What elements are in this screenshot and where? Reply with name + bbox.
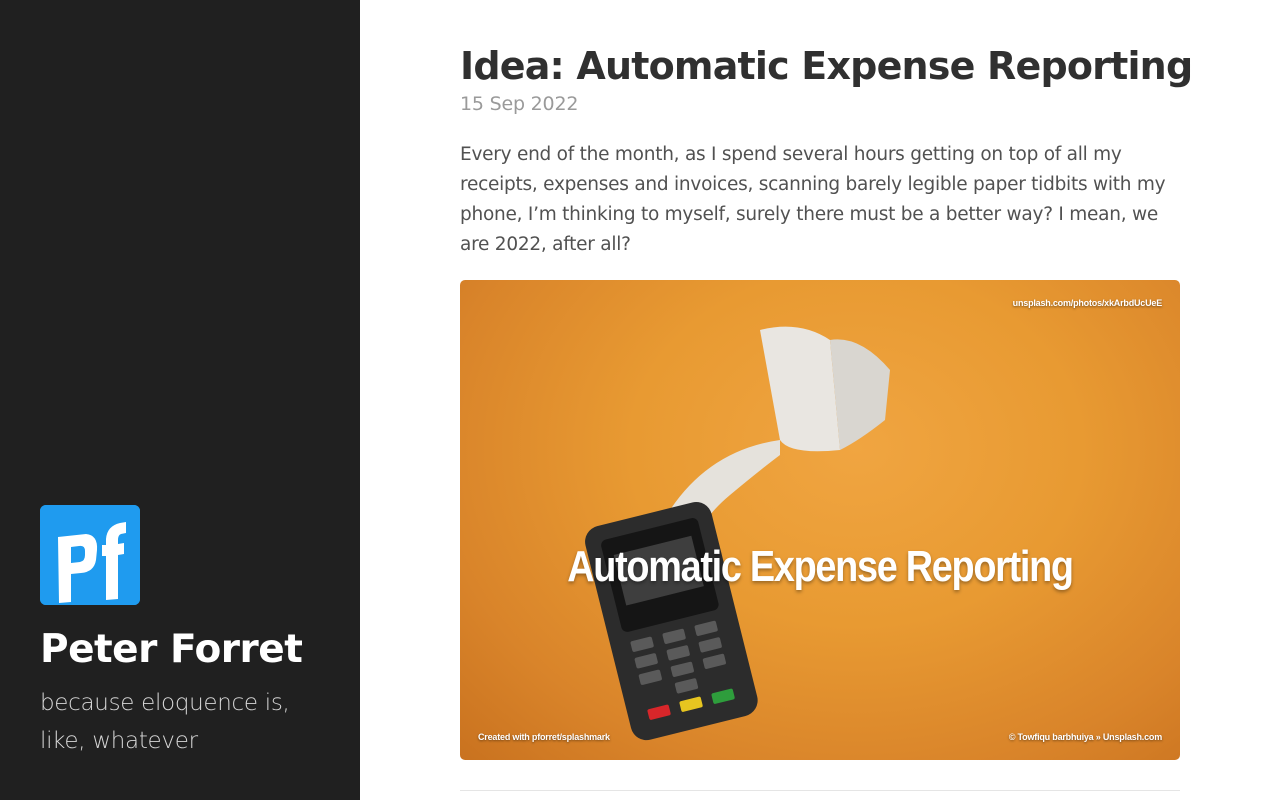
pf-logo-icon <box>40 505 140 605</box>
hero-caption: Automatic Expense Reporting <box>567 542 1074 591</box>
post-content: Idea: Automatic Expense Reporting 15 Sep… <box>460 0 1193 800</box>
post-hero-image[interactable]: Automatic Expense Reporting unsplash.com… <box>460 280 1180 760</box>
site-logo[interactable] <box>40 505 140 605</box>
hero-source-link: unsplash.com/photos/xkArbdUcUeE <box>1012 298 1163 308</box>
post-title[interactable]: Idea: Automatic Expense Reporting <box>460 38 1200 94</box>
hero-credit-generator: Created with pforret/splashmark <box>478 732 610 742</box>
post-divider <box>460 790 1180 791</box>
hero-credit-photographer: © Towfiqu barbhuiya » Unsplash.com <box>1008 732 1162 742</box>
post-excerpt: Every end of the month, as I spend sever… <box>460 144 1166 255</box>
sidebar: Peter Forret because eloquence is, like,… <box>0 0 360 800</box>
post-date: 15 Sep 2022 <box>460 93 579 115</box>
site-tagline: because eloquence is, like, whatever <box>40 690 290 754</box>
card-terminal-illustration <box>585 326 890 741</box>
site-name[interactable]: Peter Forret <box>40 624 340 676</box>
